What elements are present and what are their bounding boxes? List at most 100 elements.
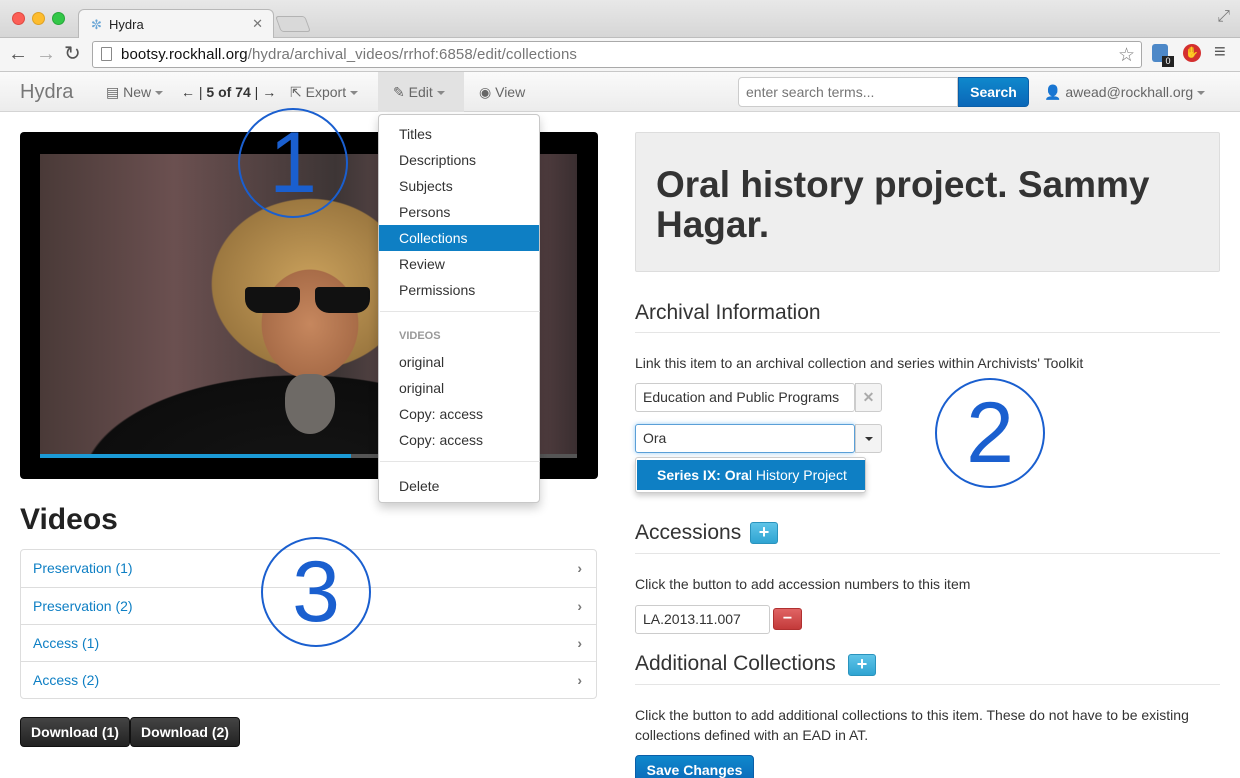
series-field[interactable]: Ora <box>635 424 855 453</box>
menu-header-videos: VIDEOS <box>399 330 441 342</box>
chevron-down-icon <box>155 91 164 96</box>
fullscreen-icon[interactable]: ⤢ <box>1217 8 1230 26</box>
pencil-icon: ✎ <box>393 84 405 100</box>
page-title: Oral history project. Sammy Hagar. <box>656 164 1150 245</box>
eye-icon: ◉ <box>479 84 492 100</box>
list-item[interactable]: Access (2) › <box>21 661 596 698</box>
clear-collection-button[interactable]: ✕ <box>855 383 882 412</box>
export-menu[interactable]: ⇱ Export <box>290 84 359 101</box>
search-button[interactable]: Search <box>958 77 1029 107</box>
new-menu[interactable]: ▤ New <box>106 84 164 101</box>
download-1-button[interactable]: Download (1) <box>20 717 130 747</box>
browser-titlebar: ✼ Hydra ✕ ⤢ <box>0 0 1240 39</box>
close-window-button[interactable] <box>12 12 25 25</box>
adblock-icon[interactable]: ✋ <box>1183 44 1201 62</box>
page-icon <box>101 47 112 61</box>
edit-menu[interactable]: ✎ Edit <box>393 84 445 101</box>
app-navbar: Hydra ▤ New ← | 5 of 74 | → ⇱ Export ✎ E… <box>0 72 1240 112</box>
additional-help-text: Click the button to add additional colle… <box>635 707 1189 743</box>
section-divider <box>635 553 1220 554</box>
export-icon: ⇱ <box>290 84 302 100</box>
menu-item-delete[interactable]: Delete <box>379 473 539 499</box>
chevron-down-icon <box>436 91 445 96</box>
chevron-down-icon <box>350 91 359 96</box>
chevron-right-icon: › <box>577 598 582 614</box>
annotation-marker-2: 2 <box>935 378 1045 488</box>
forward-icon[interactable]: → <box>36 43 56 65</box>
add-accession-button[interactable]: + <box>750 522 778 544</box>
chevron-down-icon <box>865 437 873 441</box>
chevron-down-icon <box>1197 91 1206 96</box>
menu-item-collections[interactable]: Collections <box>379 225 539 251</box>
series-dropdown-button[interactable] <box>855 424 882 453</box>
tab-title: Hydra <box>109 17 144 32</box>
menu-item-subjects[interactable]: Subjects <box>379 173 539 199</box>
extension-badge: 0 <box>1162 56 1174 67</box>
section-divider <box>635 684 1220 685</box>
url-text: bootsy.rockhall.org/hydra/archival_video… <box>121 46 578 63</box>
record-title-box: Oral history project. Sammy Hagar. <box>635 132 1220 272</box>
chevron-right-icon: › <box>577 635 582 651</box>
user-menu[interactable]: 👤 awead@rockhall.org <box>1044 84 1206 101</box>
bookmark-star-icon[interactable]: ☆ <box>1118 44 1135 67</box>
reload-icon[interactable]: ↻ <box>64 43 81 65</box>
accession-number-field[interactable]: LA.2013.11.007 <box>635 605 770 634</box>
menu-item-persons[interactable]: Persons <box>379 199 539 225</box>
address-bar[interactable]: bootsy.rockhall.org/hydra/archival_video… <box>92 41 1142 68</box>
section-divider <box>635 332 1220 333</box>
accessions-help-text: Click the button to add accession number… <box>635 576 971 592</box>
chevron-right-icon: › <box>577 672 582 688</box>
search-input[interactable] <box>738 77 958 107</box>
accessions-heading: Accessions <box>635 521 742 544</box>
browser-toolbar: ← → ↻ bootsy.rockhall.org/hydra/archival… <box>0 38 1240 72</box>
browser-menu-icon[interactable]: ≡ <box>1214 41 1226 64</box>
series-suggestions: Series IX: Oral History Project <box>635 457 866 493</box>
video-link[interactable]: Access (2) <box>33 672 99 688</box>
pager: ← | 5 of 74 | → <box>181 84 277 100</box>
menu-item-video[interactable]: Copy: access <box>379 427 539 453</box>
prev-arrow-icon[interactable]: ← <box>181 84 195 100</box>
download-2-button[interactable]: Download (2) <box>130 717 240 747</box>
additional-collections-heading: Additional Collections <box>635 652 836 675</box>
videos-heading: Videos <box>20 503 118 536</box>
user-icon: 👤 <box>1044 84 1062 100</box>
menu-divider <box>380 311 540 312</box>
menu-item-review[interactable]: Review <box>379 251 539 277</box>
menu-item-permissions[interactable]: Permissions <box>379 277 539 303</box>
pager-count: 5 of 74 <box>206 84 251 100</box>
menu-item-descriptions[interactable]: Descriptions <box>379 147 539 173</box>
video-subject-detail <box>285 374 335 434</box>
archival-help-text: Link this item to an archival collection… <box>635 355 1084 371</box>
browser-tab[interactable]: ✼ Hydra ✕ <box>78 9 274 39</box>
zoom-window-button[interactable] <box>52 12 65 25</box>
annotation-marker-1: 1 <box>238 108 348 218</box>
video-link[interactable]: Preservation (2) <box>33 598 133 614</box>
suggestion-item[interactable]: Series IX: Oral History Project <box>637 460 865 490</box>
menu-item-video[interactable]: Copy: access <box>379 401 539 427</box>
view-link[interactable]: ◉ View <box>479 84 525 101</box>
new-tab-button[interactable] <box>275 16 311 32</box>
next-arrow-icon[interactable]: → <box>262 84 276 100</box>
annotation-marker-3: 3 <box>261 537 371 647</box>
video-link[interactable]: Access (1) <box>33 635 99 651</box>
chevron-right-icon: › <box>577 560 582 576</box>
menu-item-video[interactable]: original <box>379 349 539 375</box>
back-icon[interactable]: ← <box>8 43 28 65</box>
video-link[interactable]: Preservation (1) <box>33 560 133 576</box>
menu-divider <box>380 461 540 462</box>
document-icon: ▤ <box>106 84 120 100</box>
edit-dropdown-menu: Titles Descriptions Subjects Persons Col… <box>378 114 540 503</box>
menu-item-titles[interactable]: Titles <box>379 121 539 147</box>
menu-item-video[interactable]: original <box>379 375 539 401</box>
collection-field[interactable]: Education and Public Programs <box>635 383 855 412</box>
add-collection-button[interactable]: + <box>848 654 876 676</box>
remove-accession-button[interactable]: − <box>773 608 802 630</box>
archival-heading: Archival Information <box>635 301 821 324</box>
brand-logo[interactable]: Hydra <box>20 81 73 104</box>
video-subject <box>245 287 370 313</box>
favicon-icon: ✼ <box>91 17 102 32</box>
minimize-window-button[interactable] <box>32 12 45 25</box>
video-progress-fill <box>40 454 352 458</box>
close-tab-icon[interactable]: ✕ <box>252 16 263 32</box>
save-changes-button[interactable]: Save Changes <box>635 755 754 778</box>
